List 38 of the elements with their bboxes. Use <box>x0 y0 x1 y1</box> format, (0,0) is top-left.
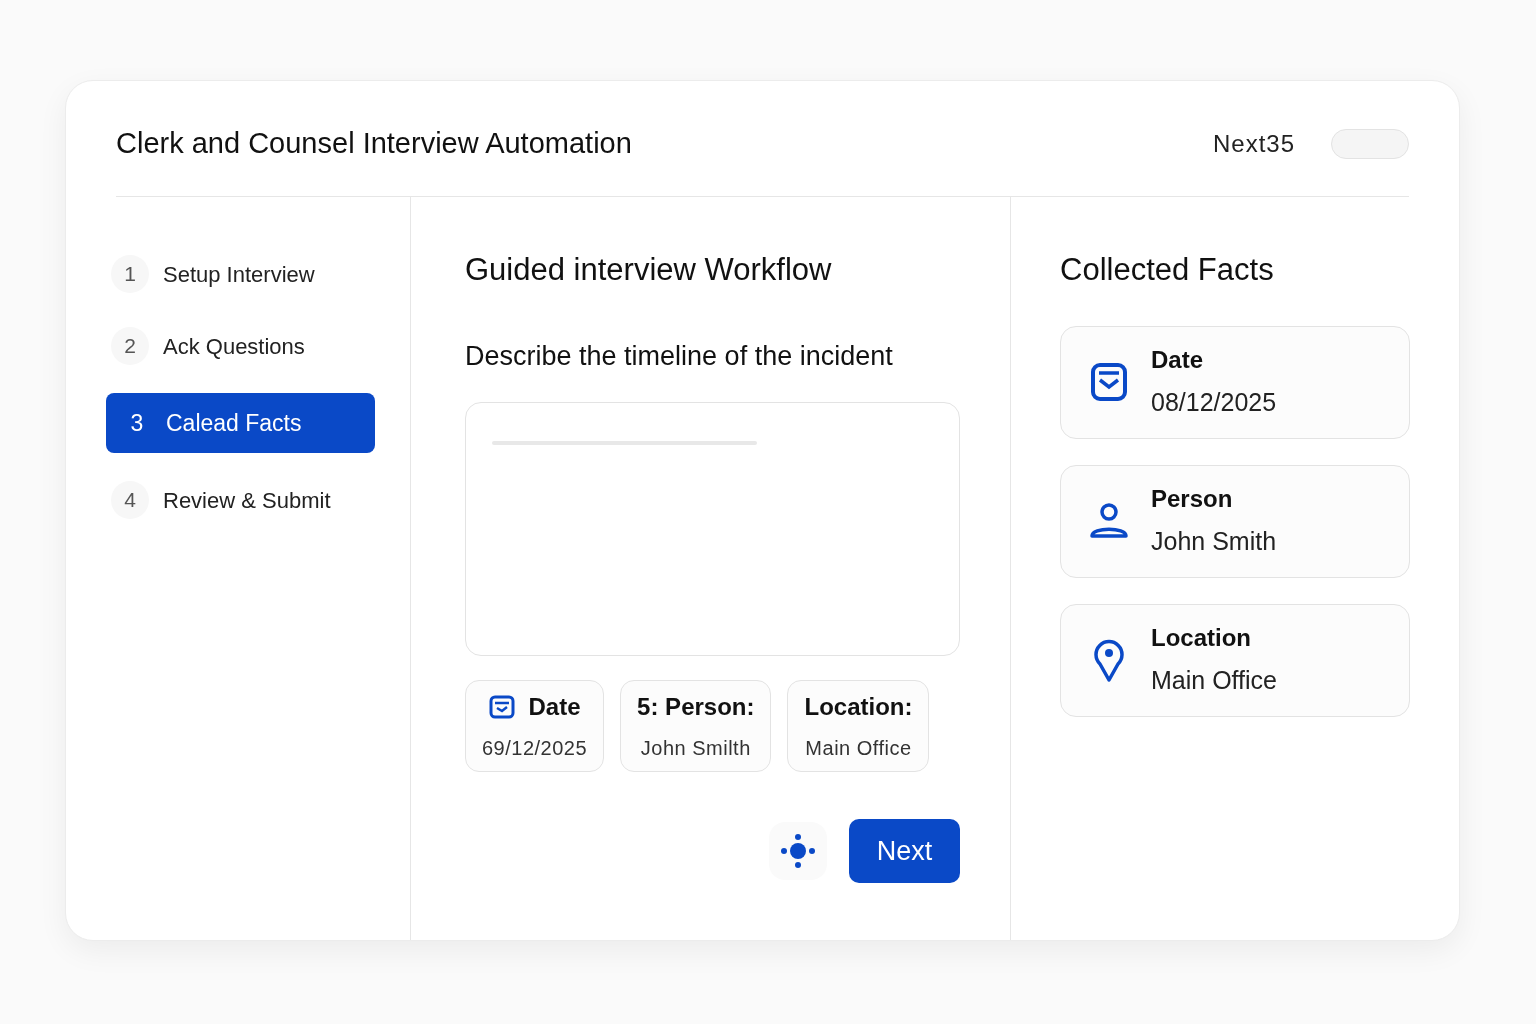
next-button[interactable]: Next <box>849 819 960 883</box>
map-pin-icon <box>1093 638 1125 682</box>
step-label: Review & Submit <box>163 486 331 515</box>
step-number: 1 <box>111 255 149 293</box>
chip-value: Main Office <box>805 736 912 761</box>
person-icon <box>1089 503 1129 539</box>
section-title: Guided interview Workflow <box>465 251 833 289</box>
fact-label: Location <box>1151 623 1252 654</box>
step-item[interactable]: 3 Calead Facts <box>106 393 375 453</box>
fact-label: Person <box>1151 484 1234 515</box>
fact-value: Main Office <box>1151 665 1277 697</box>
step-item[interactable]: 2 Ack Questions <box>111 321 375 371</box>
question-text: Describe the timeline of the incident <box>465 339 894 373</box>
step-label: Calead Facts <box>166 408 302 438</box>
step-item[interactable]: 1 Setup Interview <box>111 249 375 299</box>
fact-value: 08/12/2025 <box>1151 387 1277 419</box>
hub-icon-button[interactable] <box>769 822 827 880</box>
fact-label: Date <box>1151 345 1205 376</box>
nodes-icon <box>780 833 816 869</box>
step-label: Ack Questions <box>163 332 305 361</box>
answer-box[interactable] <box>465 402 960 656</box>
app-title: Clerk and Counsel Interview Automation <box>116 125 632 161</box>
toggle-switch[interactable] <box>1331 128 1409 159</box>
step-number: 3 <box>129 408 145 438</box>
fact-value: John Smith <box>1151 526 1277 558</box>
section-title: Collected Facts <box>1060 251 1275 289</box>
chip-label: Location: <box>804 692 913 722</box>
step-label: Setup Interview <box>163 260 315 289</box>
chip-label: Date <box>528 692 581 722</box>
step-number: 2 <box>111 327 149 365</box>
chip-label: 5: Person: <box>637 692 755 722</box>
step-number: 4 <box>111 481 149 519</box>
calendar-icon <box>488 695 515 719</box>
chip-value: 69/12/2025 <box>482 736 588 761</box>
version-label: Next35 <box>1212 128 1295 159</box>
calendar-icon <box>1090 362 1128 402</box>
step-item[interactable]: 4 Review & Submit <box>111 475 375 525</box>
chip-value: John Smilth <box>640 736 751 761</box>
